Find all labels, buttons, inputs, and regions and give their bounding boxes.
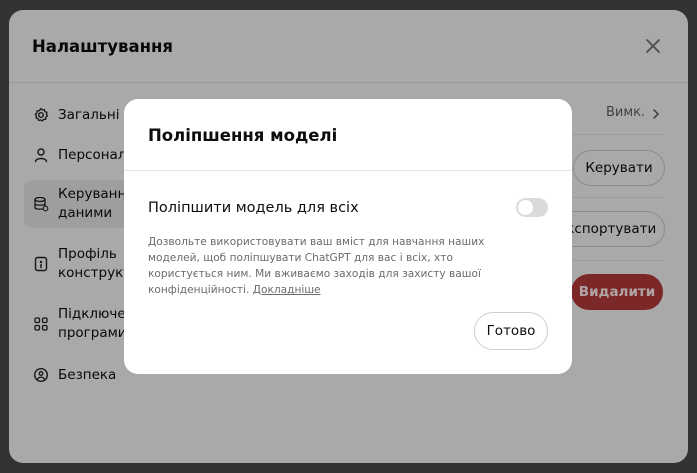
modal-title: Поліпшення моделі (148, 126, 338, 145)
toggle-knob (518, 200, 533, 215)
improve-model-toggle[interactable] (516, 198, 548, 217)
improve-model-description: Дозвольте використовувати ваш вміст для … (148, 234, 488, 298)
improve-model-label: Поліпшити модель для всіх (148, 200, 359, 216)
done-button[interactable]: Готово (474, 312, 548, 350)
model-improvement-modal: Поліпшення моделі Поліпшити модель для в… (124, 99, 572, 374)
learn-more-link[interactable]: Докладніше (253, 284, 321, 296)
modal-divider (124, 170, 572, 171)
